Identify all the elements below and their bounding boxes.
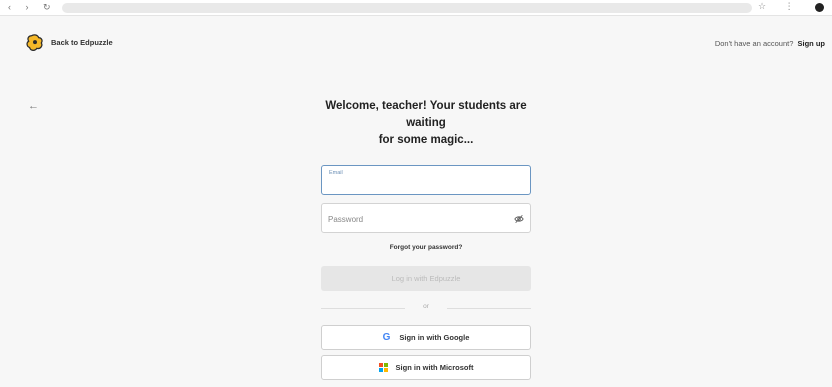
- or-divider: or: [321, 301, 531, 317]
- password-input[interactable]: [328, 211, 508, 227]
- microsoft-icon: [378, 363, 388, 372]
- browser-toolbar: ‹ › ↻ ☆ ⋮: [0, 0, 832, 16]
- profile-avatar[interactable]: [815, 3, 824, 12]
- google-signin-button[interactable]: G Sign in with Google: [321, 325, 531, 350]
- signup-link[interactable]: Sign up: [798, 39, 826, 48]
- google-signin-label: Sign in with Google: [399, 333, 470, 342]
- no-account-text: Don't have an account?: [714, 39, 794, 48]
- forgot-password-link[interactable]: Forgot your password?: [321, 244, 531, 251]
- edpuzzle-logo-icon[interactable]: [26, 34, 44, 52]
- browser-action-icons[interactable]: ☆ ⋮: [758, 1, 802, 12]
- title-line-2: for some magic...: [378, 134, 474, 146]
- divider-line-right: [447, 308, 531, 309]
- browser-nav-icons[interactable]: ‹ › ↻: [8, 2, 57, 13]
- eye-slash-icon[interactable]: [514, 214, 524, 224]
- email-field[interactable]: Email: [321, 165, 531, 195]
- login-edpuzzle-button[interactable]: Log in with Edpuzzle: [321, 266, 531, 291]
- page-title: Welcome, teacher! Your students are wait…: [321, 98, 531, 149]
- password-field[interactable]: [321, 203, 531, 233]
- email-input[interactable]: [328, 175, 508, 191]
- arrow-left-icon[interactable]: ←: [28, 100, 39, 112]
- signup-prompt: Don't have an account? Sign up: [715, 39, 825, 48]
- address-bar[interactable]: [62, 3, 752, 13]
- microsoft-signin-button[interactable]: Sign in with Microsoft: [321, 355, 531, 380]
- back-to-edpuzzle-link[interactable]: Back to Edpuzzle: [51, 38, 113, 47]
- title-line-1: Welcome, teacher! Your students are wait…: [325, 100, 527, 129]
- login-form: Welcome, teacher! Your students are wait…: [321, 98, 531, 380]
- microsoft-signin-label: Sign in with Microsoft: [395, 363, 474, 372]
- google-icon: G: [382, 332, 391, 343]
